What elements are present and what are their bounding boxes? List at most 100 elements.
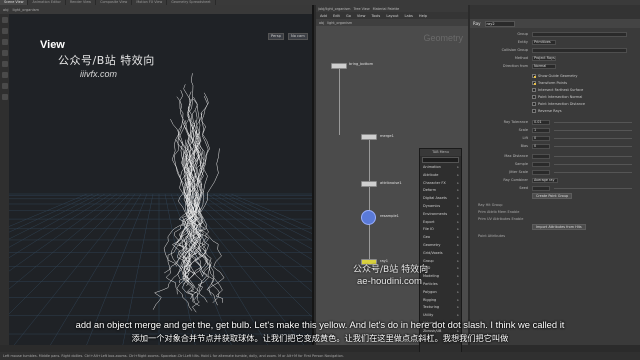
tab-menu-item[interactable]: Particles xyxy=(420,281,461,289)
network-menu-item[interactable]: Layout xyxy=(386,14,398,18)
param-value[interactable] xyxy=(532,31,627,37)
watermark-site: iiivfx.com xyxy=(80,69,118,79)
ray-combiner-select[interactable]: Average ray xyxy=(532,177,558,183)
param-checkbox-label: Transform Points xyxy=(538,81,568,85)
param-value[interactable]: Primitives xyxy=(532,39,556,45)
node-bring-bottom[interactable] xyxy=(331,63,347,69)
tab-menu-item[interactable]: Polygon xyxy=(420,289,461,297)
param-value[interactable] xyxy=(532,47,627,53)
scene-viewport[interactable]: obj light_organism View Persp No cam 公众号… xyxy=(0,5,314,345)
param-label: Ray Tolerance xyxy=(503,120,528,124)
param-slider[interactable] xyxy=(554,145,632,147)
param-slider[interactable] xyxy=(554,155,632,157)
param-label: Lift xyxy=(522,136,528,140)
tab-menu-search-input[interactable] xyxy=(422,157,459,163)
tree-strands xyxy=(152,73,225,313)
rotate-tool-icon[interactable] xyxy=(1,39,8,45)
network-tab[interactable]: /obj/light_organism xyxy=(318,7,350,11)
node-attribnoise[interactable] xyxy=(361,181,377,187)
view-tool-icon[interactable] xyxy=(1,83,8,89)
camera-button[interactable]: No cam xyxy=(288,33,308,40)
param-numeric-field[interactable]: 1 xyxy=(532,127,550,133)
tab-menu-item[interactable]: Animation xyxy=(420,164,461,172)
param-label: Entity xyxy=(517,40,528,44)
persp-button[interactable]: Persp xyxy=(268,33,284,40)
node-resample[interactable] xyxy=(361,210,376,225)
import-attributes-button[interactable]: Import Attributes from Hits xyxy=(532,224,586,230)
node-name-field[interactable]: ray2 xyxy=(484,20,515,27)
network-tab[interactable]: Tree View xyxy=(353,7,369,11)
network-menu-item[interactable]: Labs xyxy=(405,14,413,18)
ray-hit-group-label: Ray Hit Group xyxy=(478,203,503,207)
param-checkbox[interactable] xyxy=(532,95,536,99)
param-value[interactable]: Project Rays xyxy=(532,55,556,61)
snap-tool-icon[interactable] xyxy=(1,94,8,100)
tab-menu-item[interactable]: Geometry xyxy=(420,242,461,250)
param-checkbox-row: Reverse Rays xyxy=(470,108,640,114)
param-numeric-field[interactable]: 0 xyxy=(532,135,550,141)
pose-tool-icon[interactable] xyxy=(1,72,8,78)
param-numeric-field[interactable] xyxy=(532,153,550,159)
move-tool-icon[interactable] xyxy=(1,28,8,34)
tab-menu-item[interactable]: Grid/Voxels xyxy=(420,250,461,258)
param-label: Direction from xyxy=(502,64,528,68)
select-tool-icon[interactable] xyxy=(1,17,8,23)
param-slider[interactable] xyxy=(554,121,632,123)
param-numeric-field[interactable] xyxy=(532,185,550,191)
network-menu-item[interactable]: Add xyxy=(320,14,327,18)
tab-menu-item[interactable]: Dynamics xyxy=(420,203,461,211)
viewport-path-node[interactable]: light_organism xyxy=(12,8,39,12)
tab-menu-item[interactable]: Digital Assets xyxy=(420,195,461,203)
scale-tool-icon[interactable] xyxy=(1,50,8,56)
tab-menu-item[interactable]: Character FX xyxy=(420,180,461,188)
tab-menu-item[interactable]: Environments xyxy=(420,211,461,219)
param-label: Collision Group xyxy=(501,48,528,52)
param-numeric-field[interactable] xyxy=(532,161,550,167)
param-numeric-field[interactable] xyxy=(532,169,550,175)
tab-menu-item[interactable]: Deform xyxy=(420,187,461,195)
param-slider[interactable] xyxy=(554,187,632,189)
param-slider[interactable] xyxy=(554,163,632,165)
network-menu-item[interactable]: Help xyxy=(419,14,427,18)
param-label: Max Distance xyxy=(504,154,528,158)
tab-menu-item[interactable]: Rigging xyxy=(420,297,461,305)
param-label: Method xyxy=(514,56,528,60)
param-numeric-field[interactable]: 0 xyxy=(532,143,550,149)
param-row: Sample xyxy=(470,161,640,167)
network-path-obj[interactable]: obj xyxy=(319,21,324,25)
param-checkbox[interactable] xyxy=(532,74,536,78)
node-merge[interactable] xyxy=(361,134,377,140)
param-slider[interactable] xyxy=(554,171,632,173)
param-value[interactable]: Normal xyxy=(532,63,556,69)
param-checkbox[interactable] xyxy=(532,102,536,106)
tab-menu-item[interactable]: Texturing xyxy=(420,304,461,312)
tab-menu-item[interactable]: File IO xyxy=(420,226,461,234)
tab-menu-item[interactable]: Export xyxy=(420,219,461,227)
param-checkbox-row: Point Intersection Normal xyxy=(470,94,640,100)
network-path-node[interactable]: light_organism xyxy=(327,21,352,25)
param-slider[interactable] xyxy=(554,137,632,139)
param-numeric-field[interactable]: 0.01 xyxy=(532,119,550,125)
network-menu-item[interactable]: View xyxy=(357,14,366,18)
param-row: Entity Primitives xyxy=(470,39,640,45)
watermark-cn: 公众号/B站 特效向 xyxy=(58,54,155,67)
network-menu-bar: Add Edit Go View Tools Layout Labs Help xyxy=(316,12,468,19)
network-menu-item[interactable]: Go xyxy=(346,14,351,18)
tab-menu-item[interactable]: Attribute xyxy=(420,172,461,180)
status-bar: Left mouse tumbles. Middle pans. Right d… xyxy=(0,352,640,360)
network-menu-item[interactable]: Tools xyxy=(371,14,380,18)
network-menu-item[interactable]: Edit xyxy=(333,14,340,18)
parameter-header: Ray ray2 xyxy=(470,19,640,28)
create-point-group-button[interactable]: Create Point Group xyxy=(532,193,573,199)
parameter-pane[interactable]: Ray ray2 Group Entity Primitives Collision … xyxy=(470,5,640,345)
param-checkbox-label: Reverse Rays xyxy=(538,109,562,113)
viewport-path-obj[interactable]: obj xyxy=(3,8,8,12)
network-tab[interactable]: Material Palette xyxy=(373,7,400,11)
param-checkbox[interactable] xyxy=(532,88,536,92)
param-checkbox[interactable] xyxy=(532,109,536,113)
param-slider[interactable] xyxy=(554,129,632,131)
handle-tool-icon[interactable] xyxy=(1,61,8,67)
param-checkbox[interactable] xyxy=(532,81,536,85)
param-checkbox-row: Point Intersection Distance xyxy=(470,101,640,107)
tab-menu-item[interactable]: Geo xyxy=(420,234,461,242)
